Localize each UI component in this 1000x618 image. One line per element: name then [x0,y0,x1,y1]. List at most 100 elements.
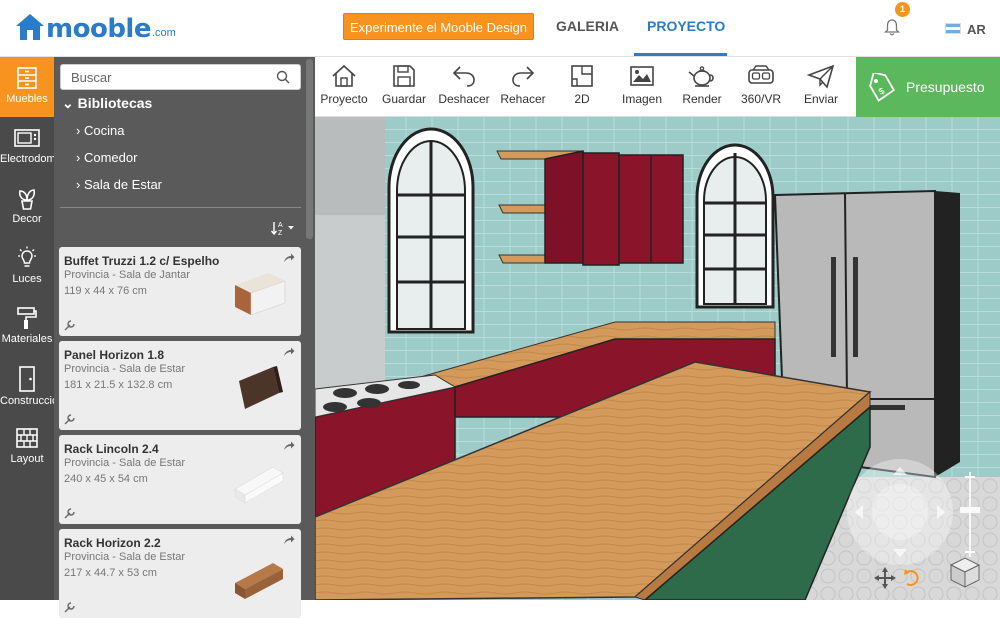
chevron-down-icon: ⌄ [62,95,74,111]
share-arrow-icon[interactable] [283,253,295,263]
product-name: Rack Lincoln 2.4 [64,442,159,456]
3d-viewport[interactable] [315,117,1000,600]
tool-label: Render [682,92,722,106]
search-input[interactable] [61,65,266,89]
rail-item-construccion[interactable]: Construcción [0,357,54,417]
nav-galeria[interactable]: GALERIA [556,18,619,34]
product-card[interactable]: Rack Horizon 2.2 Provincia - Sala de Est… [59,529,301,618]
product-dimensions: 181 x 21.5 x 132.8 cm [64,379,173,391]
rail-item-layout[interactable]: Layout [0,417,54,477]
product-thumbnail [235,273,286,316]
camera-orbit-control[interactable] [847,459,953,565]
paper-plane-icon [807,64,835,89]
argentina-flag-icon[interactable] [945,23,961,34]
library-item-comedor[interactable]: › Comedor [76,150,137,165]
house-logo-icon [16,14,44,40]
tool-2d[interactable]: 2D [565,63,599,106]
product-card[interactable]: Buffet Truzzi 1.2 c/ Espelho Provincia -… [59,247,301,336]
rail-label: Decor [12,213,42,225]
tool-label: 2D [574,92,590,106]
rail-label: Materiales [1,333,53,345]
tool-rehacer[interactable]: Rehacer [499,63,547,106]
product-provider: Provincia - Sala de Jantar [64,269,190,281]
search-icon[interactable] [276,70,290,84]
tool-imagen[interactable]: Imagen [619,63,665,106]
library-item-sala-de-estar[interactable]: › Sala de Estar [76,177,162,192]
tool-render[interactable]: Render [679,63,725,106]
product-provider: Provincia - Sala de Estar [64,457,186,469]
chevron-right-icon: › [76,123,81,138]
product-provider: Provincia - Sala de Estar [64,551,186,563]
library-item-cocina[interactable]: › Cocina [76,123,124,138]
product-dimensions: 240 x 45 x 54 cm [64,473,148,485]
tool-guardar[interactable]: Guardar [378,63,430,106]
product-card[interactable]: Rack Lincoln 2.4 Provincia - Sala de Est… [59,435,301,524]
plant-icon [18,189,36,210]
sort-az-icon[interactable]: A Z [271,220,297,236]
lightbulb-icon [18,246,36,267]
nav-proyecto[interactable]: PROYECTO [647,18,725,34]
wrench-icon[interactable] [64,319,76,331]
wrench-icon[interactable] [64,507,76,519]
mooble-design-cta-button[interactable]: Experimente el Mooble Design [343,13,535,40]
price-tag-icon: $ [869,73,896,102]
rail-item-electrodomesticos[interactable]: Electrodomésticos [0,117,54,177]
search-box [60,64,301,90]
teapot-icon [688,66,714,87]
tool-label: Guardar [381,92,427,106]
rail-item-muebles[interactable]: Muebles [0,57,54,117]
tool-label: Rehacer [500,92,546,106]
tool-360-vr[interactable]: 360/VR [738,63,784,106]
share-arrow-icon[interactable] [283,441,295,451]
window-left [387,127,475,334]
tool-proyecto[interactable]: Proyecto [320,63,368,106]
share-arrow-icon[interactable] [283,347,295,357]
product-provider: Provincia - Sala de Estar [64,363,186,375]
upper-cabinets [544,150,684,266]
brick-wall-icon [16,428,38,448]
panel-divider [60,207,301,208]
tool-label: Proyecto [320,92,368,106]
presupuesto-button[interactable]: $ Presupuesto [856,57,1000,117]
active-nav-underline [634,53,727,56]
library-root-label: Bibliotecas [77,95,153,111]
microwave-icon [14,129,40,147]
paint-roller-icon [17,307,37,329]
rail-item-materiales[interactable]: Materiales [0,297,54,357]
rail-label: Layout [10,453,44,465]
tool-label: Enviar [803,92,838,106]
panel-scrollbar[interactable] [306,59,313,239]
rail-item-decor[interactable]: Decor [0,177,54,237]
rail-item-luces[interactable]: Luces [0,237,54,297]
svg-text:$: $ [877,86,886,97]
product-name: Buffet Truzzi 1.2 c/ Espelho [64,254,220,268]
top-header: mooble .com Experimente el Mooble Design… [0,0,1000,57]
tool-label: Deshacer [438,92,490,106]
logo-domain: .com [151,27,176,39]
tool-enviar[interactable]: Enviar [799,63,843,106]
share-arrow-icon[interactable] [283,535,295,545]
product-thumbnail [239,366,283,409]
view-cube-icon[interactable] [949,557,981,588]
floorplan-icon [571,65,593,87]
library-item-label: Comedor [83,150,138,165]
mooble-logo[interactable]: mooble .com [14,12,176,42]
product-card[interactable]: Panel Horizon 1.8 Provincia - Sala de Es… [59,341,301,430]
library-root[interactable]: ⌄ Bibliotecas [62,95,152,112]
chevron-right-icon: › [76,150,81,165]
window-right [695,143,775,309]
bell-icon[interactable] [884,18,900,36]
furniture-drawer-icon [17,67,37,89]
wrench-icon[interactable] [64,413,76,425]
redo-icon [512,66,535,87]
kitchen-3d-render [315,117,1000,600]
language-selector[interactable]: AR [967,22,986,37]
rail-label: Electrodomésticos [0,153,54,165]
vr-headset-icon [748,65,774,84]
logo-text: mooble [46,14,151,44]
main-toolbar: Proyecto Guardar Deshacer Rehacer 2D Ima… [315,57,856,117]
tool-deshacer[interactable]: Deshacer [435,63,493,106]
wrench-icon[interactable] [64,601,76,613]
tool-label: Imagen [621,92,663,106]
rail-label: Muebles [6,93,48,105]
